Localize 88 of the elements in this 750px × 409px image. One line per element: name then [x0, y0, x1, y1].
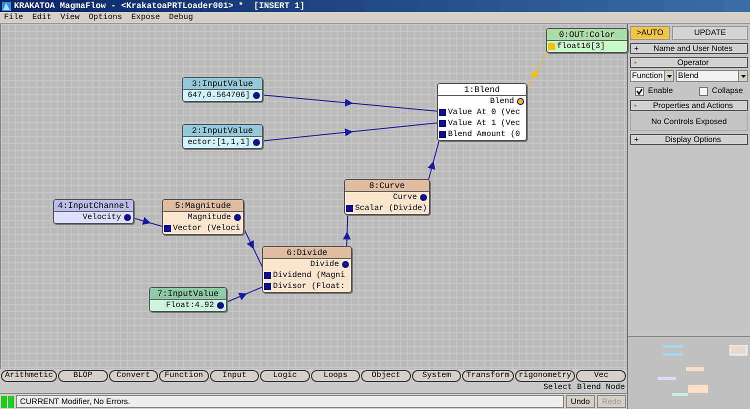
output-socket-icon[interactable] [342, 261, 349, 268]
node[interactable]: 2:InputValue ector:[1,1,1] [182, 124, 263, 149]
output-socket-icon[interactable] [420, 194, 427, 201]
output-socket-icon[interactable] [253, 139, 260, 146]
socket-label: Divisor (Float: [273, 281, 346, 292]
socket-label: Vector (Veloci [173, 223, 240, 234]
input-socket-icon[interactable] [346, 205, 353, 212]
input-socket-icon[interactable] [548, 43, 555, 50]
menu-item[interactable]: File [4, 12, 24, 24]
rollout-header[interactable]: + Display Options [630, 134, 748, 145]
node[interactable]: 6:Divide Divide Dividend (Magni Divisor (Float: [262, 246, 352, 293]
category-tab[interactable]: Vec [576, 370, 626, 382]
node[interactable]: 4:InputChannel Velocity [53, 199, 134, 224]
socket-label: Blend Amount (0 [448, 129, 520, 140]
input-socket-icon[interactable] [439, 109, 446, 116]
output-socket-icon[interactable] [217, 302, 224, 309]
window-title: KRAKATOA MagmaFlow - <KrakatoaPRTLoader001> * [INSERT 1] [14, 0, 305, 12]
checkbox-label: Enable [648, 85, 673, 97]
socket-label: Value At 0 (Vec [448, 107, 520, 118]
menu-item[interactable]: Options [88, 12, 122, 24]
empty-message: No Controls Exposed [651, 116, 727, 128]
category-tab[interactable]: BLOP [58, 370, 108, 382]
node[interactable]: 7:InputValue Float:4.92 [149, 287, 227, 312]
status-indicator-icon [1, 396, 14, 408]
menu-item[interactable]: Debug [169, 12, 194, 24]
node-title: 7:InputValue [150, 288, 226, 300]
status-button[interactable]: Undo [566, 395, 595, 408]
category-tab[interactable]: Arithmetic [1, 370, 58, 382]
category-tab[interactable]: rigonometry [514, 370, 576, 382]
socket-label: Scalar (Divide) [355, 203, 428, 214]
socket-label: Divide [310, 259, 339, 270]
input-socket-icon[interactable] [264, 272, 271, 279]
node-title: 0:OUT:Color [547, 29, 627, 41]
node[interactable]: 0:OUT:Color float16[3] [546, 28, 628, 53]
socket-label: ector:[1,1,1] [188, 137, 250, 148]
dropdown[interactable]: Blend [676, 70, 748, 82]
category-tab[interactable]: System [412, 370, 462, 382]
socket-label: Velocity [82, 212, 121, 223]
menu-item[interactable]: View [60, 12, 80, 24]
input-socket-icon[interactable] [164, 225, 171, 232]
node-title: 8:Curve [345, 180, 429, 192]
output-socket-icon[interactable] [234, 214, 241, 221]
rollout-header[interactable]: - Operator [630, 57, 748, 68]
socket-label: Dividend (Magni [273, 270, 346, 281]
socket-label: Float:4.92 [166, 300, 214, 311]
socket-label: Curve [392, 192, 417, 203]
input-socket-icon[interactable] [439, 120, 446, 127]
output-socket-icon[interactable] [517, 98, 524, 105]
menu-item[interactable]: Edit [32, 12, 52, 24]
category-tab[interactable]: Convert [108, 370, 158, 382]
panel-button[interactable]: UPDATE [672, 26, 748, 40]
node-title: 2:InputValue [183, 125, 262, 137]
node[interactable]: 8:Curve Curve Scalar (Divide) [344, 179, 430, 215]
category-tab[interactable]: Input [210, 370, 260, 382]
category-tab[interactable]: Logic [260, 370, 310, 382]
dropdown[interactable]: Function [630, 70, 674, 82]
node-title: 6:Divide [263, 247, 351, 259]
node-title: 4:InputChannel [54, 200, 133, 212]
checkbox-label: Collapse [712, 85, 743, 97]
rollout-header[interactable]: - Properties and Actions [630, 100, 748, 111]
socket-label: Magnitude [188, 212, 231, 223]
socket-label: Blend [490, 96, 514, 107]
checkbox[interactable] [698, 86, 708, 96]
node-title: 1:Blend [438, 84, 526, 96]
status-field: CURRENT Modifier, No Errors. [16, 395, 564, 408]
socket-label: Value At 1 (Vec [448, 118, 520, 129]
rollout-header[interactable]: + Name and User Notes [630, 43, 748, 54]
input-socket-icon[interactable] [264, 283, 271, 290]
category-tab[interactable]: Object [361, 370, 411, 382]
category-tab[interactable]: Function [159, 370, 209, 382]
socket-label: 647,0.564706] [188, 90, 250, 101]
output-socket-icon[interactable] [124, 214, 131, 221]
node[interactable]: 3:InputValue 647,0.564706] [182, 77, 263, 102]
hint-text: Select Blend Node [543, 383, 625, 393]
node-title: 5:Magnitude [163, 200, 243, 212]
category-tab[interactable]: Loops [310, 370, 360, 382]
app-icon [2, 2, 11, 10]
menu-item[interactable]: Expose [131, 12, 160, 24]
output-socket-icon[interactable] [253, 92, 260, 99]
checkbox[interactable] [635, 86, 644, 96]
node-canvas[interactable] [0, 24, 627, 369]
category-tab[interactable]: Transform [462, 370, 514, 382]
socket-label: float16[3] [557, 41, 606, 52]
panel-button[interactable]: >AUTO [630, 26, 670, 40]
node[interactable]: 5:Magnitude Magnitude Vector (Veloci [162, 199, 244, 235]
node-title: 3:InputValue [183, 78, 262, 90]
node[interactable]: 1:Blend Blend Value At 0 (Vec Value At 1 (Vec Blend Amount (0 [437, 83, 527, 141]
input-socket-icon[interactable] [439, 131, 446, 138]
